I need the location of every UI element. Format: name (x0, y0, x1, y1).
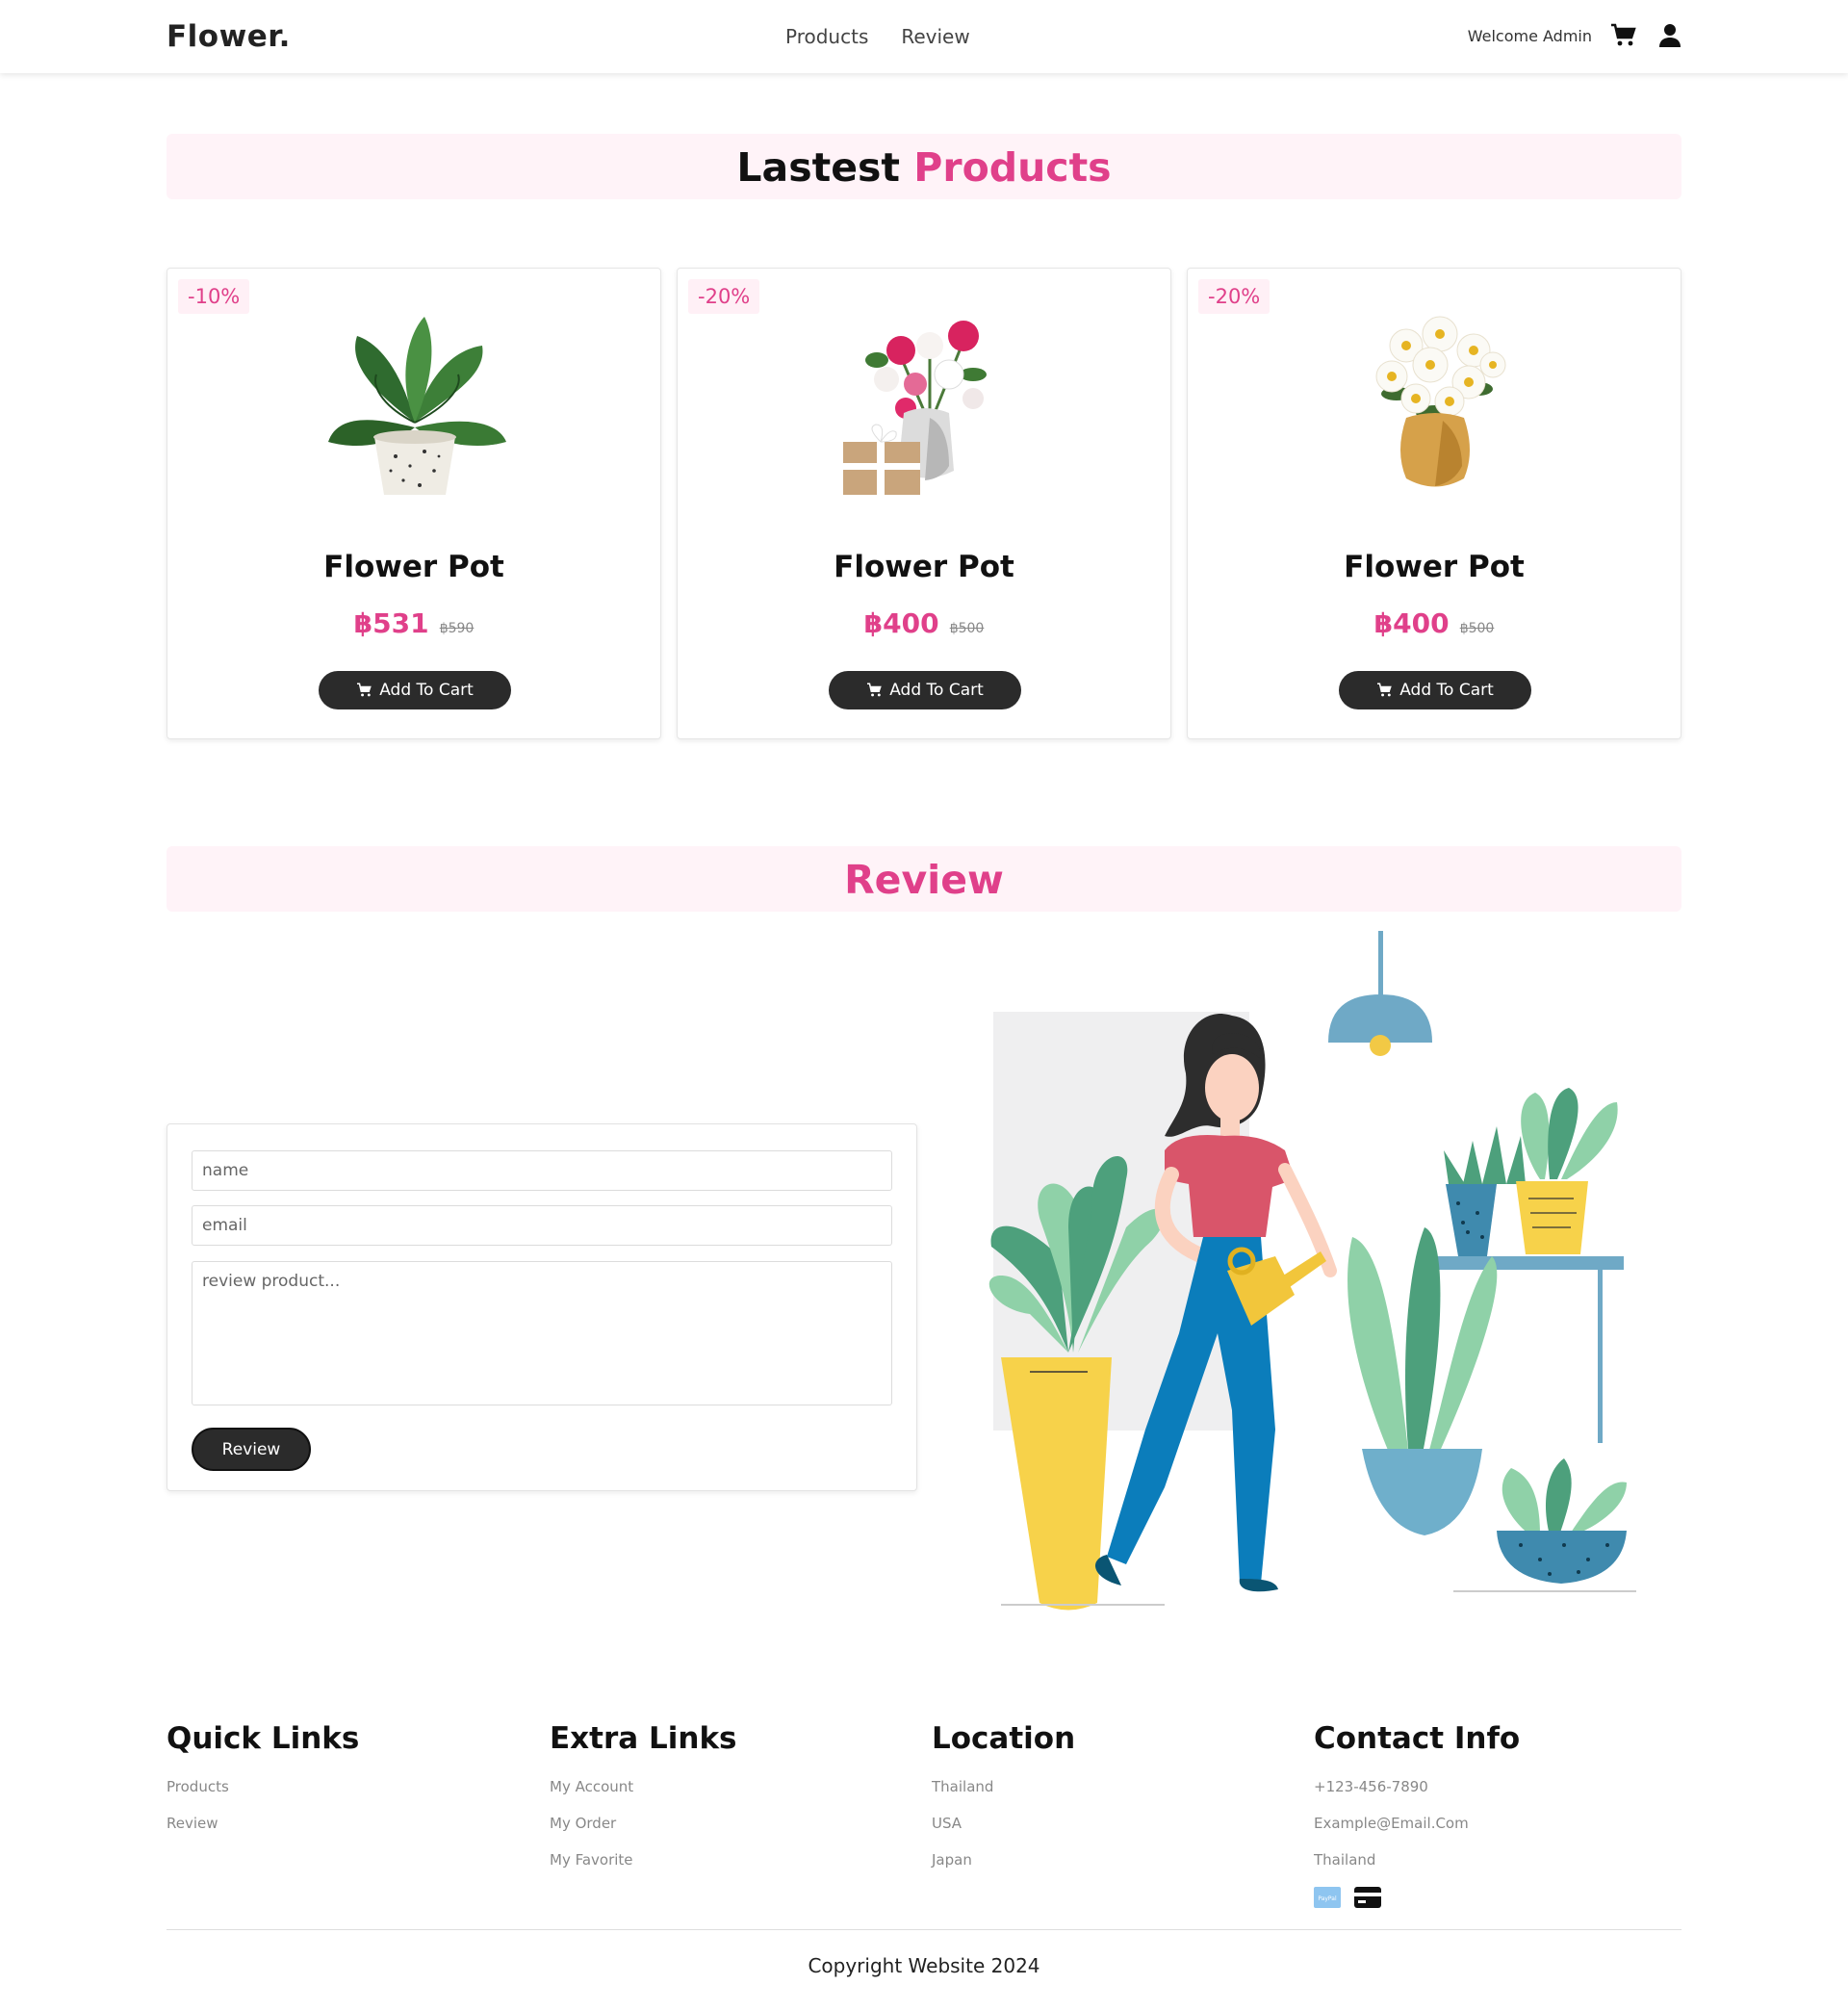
product-price: ฿531 (353, 607, 429, 639)
products-heading-part1: Lastest (736, 144, 901, 191)
product-old-price: ฿500 (949, 621, 985, 636)
extra-links-title: Extra Links (550, 1721, 737, 1756)
site-header: Flower. Products Review Welcome Admin (0, 0, 1848, 73)
product-old-price: ฿500 (1459, 621, 1495, 636)
product-name: Flower Pot (323, 550, 504, 584)
review-heading: Review (167, 846, 1681, 912)
discount-badge: -10% (178, 279, 250, 314)
product-card: -20% Flower Pot ฿400 ฿500 Add To Cart (1187, 268, 1681, 739)
products-heading-part2: Products (913, 144, 1112, 191)
site-logo[interactable]: Flower. (167, 19, 291, 54)
footer-contact-info: Contact Info +123-456-7890 Example@Email… (1314, 1721, 1520, 1908)
payment-methods: PayPal (1314, 1887, 1520, 1908)
footer-link-my-account[interactable]: My Account (550, 1777, 737, 1814)
footer-link-my-order[interactable]: My Order (550, 1814, 737, 1850)
products-heading: Lastest Products (167, 134, 1681, 199)
cart-icon (867, 683, 882, 697)
contact-email: Example@Email.Com (1314, 1815, 1469, 1832)
add-to-cart-button[interactable]: Add To Cart (829, 671, 1021, 709)
main-nav: Products Review (785, 25, 970, 48)
price-row: ฿531 ฿590 (167, 607, 660, 639)
copyright-text: Copyright Website 2024 (808, 1954, 1040, 1977)
review-submit-button[interactable]: Review (192, 1428, 311, 1471)
footer-link-my-favorite[interactable]: My Favorite (550, 1850, 737, 1887)
review-heading-text: Review (844, 857, 1004, 903)
discount-badge: -20% (688, 279, 760, 314)
add-to-cart-label: Add To Cart (379, 681, 474, 700)
location-title: Location (932, 1721, 1076, 1756)
paypal-label: PayPal (1318, 1895, 1337, 1902)
product-price: ฿400 (863, 607, 939, 639)
contact-phone: +123-456-7890 (1314, 1778, 1428, 1795)
product-name: Flower Pot (834, 550, 1014, 584)
location-japan[interactable]: Japan (932, 1850, 1075, 1887)
nav-products[interactable]: Products (785, 25, 868, 48)
location-usa[interactable]: USA (932, 1814, 1075, 1850)
welcome-text: Welcome Admin (1467, 26, 1592, 45)
rose-bouquet-image (843, 321, 987, 495)
cart-icon (357, 683, 372, 697)
footer-location: Location Thailand USA Japan (932, 1721, 1075, 1887)
email-input[interactable] (192, 1205, 892, 1246)
footer-divider (167, 1929, 1681, 1930)
gardening-illustration (988, 931, 1636, 1611)
daisy-vase-image (1375, 316, 1506, 487)
quick-links-title: Quick Links (167, 1721, 360, 1756)
contact-info-title: Contact Info (1314, 1721, 1521, 1756)
product-old-price: ฿590 (439, 621, 475, 636)
add-to-cart-button[interactable]: Add To Cart (1339, 671, 1531, 709)
add-to-cart-label: Add To Cart (1399, 681, 1494, 700)
nav-review[interactable]: Review (901, 25, 969, 48)
product-card: -10% Flower Pot ฿531 ฿590 Add To Cart (167, 268, 661, 739)
product-name: Flower Pot (1344, 550, 1525, 584)
product-price: ฿400 (1373, 607, 1450, 639)
add-to-cart-button[interactable]: Add To Cart (319, 671, 511, 709)
name-input[interactable] (192, 1150, 892, 1191)
cart-icon[interactable] (1609, 21, 1638, 50)
footer-quick-links: Quick Links Products Review (167, 1721, 359, 1850)
credit-card-icon (1354, 1887, 1381, 1908)
discount-badge: -20% (1198, 279, 1270, 314)
header-right: Welcome Admin (1468, 21, 1684, 50)
price-row: ฿400 ฿500 (678, 607, 1170, 639)
review-textarea[interactable] (192, 1261, 892, 1405)
footer-link-review[interactable]: Review (167, 1814, 359, 1850)
product-card: -20% Flower Pot ฿400 ฿500 Add To Cart (677, 268, 1171, 739)
footer-link-products[interactable]: Products (167, 1777, 359, 1814)
cart-icon (1377, 683, 1392, 697)
paypal-icon: PayPal (1314, 1887, 1341, 1908)
location-thailand[interactable]: Thailand (932, 1777, 1075, 1814)
price-row: ฿400 ฿500 (1188, 607, 1681, 639)
add-to-cart-label: Add To Cart (889, 681, 984, 700)
contact-address: Thailand (1314, 1851, 1376, 1869)
monstera-pot-image (328, 317, 506, 495)
review-form: Review (167, 1123, 917, 1491)
footer-extra-links: Extra Links My Account My Order My Favor… (550, 1721, 737, 1887)
user-icon[interactable] (1656, 21, 1684, 50)
